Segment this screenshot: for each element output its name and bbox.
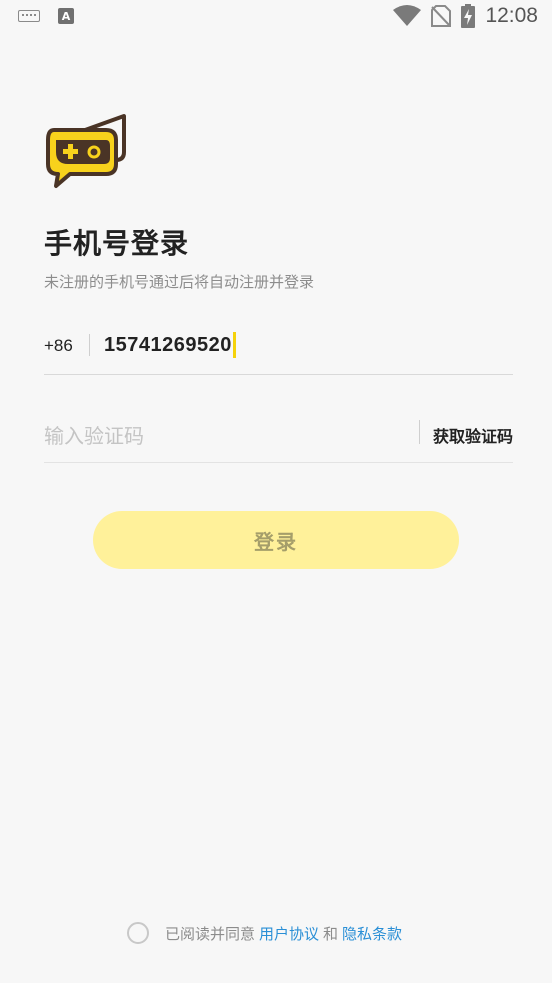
agreement-row: 已阅读并同意 用户协议 和 隐私条款 [127,922,406,944]
agreement-checkbox[interactable] [127,922,149,944]
phone-input[interactable]: 15741269520 [104,332,236,358]
status-bar-left: A [18,8,74,24]
code-divider [419,420,420,444]
privacy-policy-link[interactable]: 隐私条款 [342,923,402,944]
get-code-button[interactable]: 获取验证码 [433,423,513,447]
page-subtitle: 未注册的手机号通过后将自动注册并登录 [44,273,315,291]
text-caret [232,332,236,358]
verification-code-input[interactable]: 输入验证码 [44,420,144,449]
phone-field[interactable]: +86 15741269520 [44,324,513,375]
wifi-icon [393,5,422,26]
agreement-prefix: 已阅读并同意 [165,924,256,943]
a-icon: A [58,8,74,24]
country-code-divider [89,334,90,356]
status-bar-right: 12:08 [393,4,538,28]
verification-code-field: 输入验证码 获取验证码 [44,410,513,463]
status-bar: A 12:08 [0,0,552,38]
login-button[interactable]: 登录 [93,511,459,569]
battery-charging-icon [461,4,476,28]
no-sim-icon [431,5,452,27]
page-title: 手机号登录 [44,227,190,260]
phone-value: 15741269520 [104,333,232,356]
country-code-selector[interactable]: +86 [44,336,73,356]
status-time: 12:08 [485,4,538,27]
keyboard-icon [18,10,40,22]
user-agreement-link[interactable]: 用户协议 [259,923,319,944]
agreement-and: 和 [323,924,339,943]
app-logo-icon [46,114,126,188]
